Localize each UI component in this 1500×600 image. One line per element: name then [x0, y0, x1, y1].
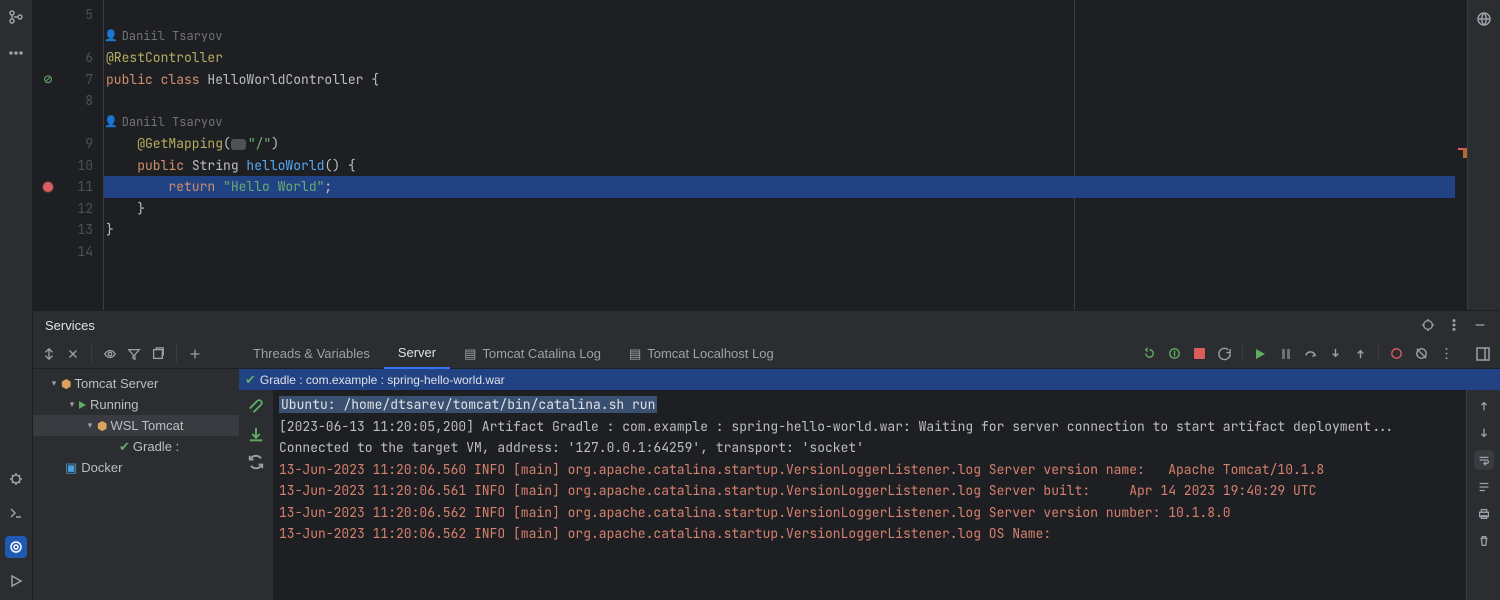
- tab-threads[interactable]: Threads & Variables: [239, 339, 384, 369]
- expand-all-icon[interactable]: [41, 346, 57, 362]
- attach-icon[interactable]: [246, 396, 266, 416]
- vcs-icon[interactable]: [5, 6, 27, 28]
- minimize-icon[interactable]: [1472, 317, 1488, 333]
- run-controls: [1142, 345, 1466, 363]
- scroll-down-icon[interactable]: [1474, 423, 1494, 443]
- terminal-tool-icon[interactable]: [5, 502, 27, 524]
- deploy-icon[interactable]: [246, 424, 266, 444]
- run-tool-icon[interactable]: [5, 570, 27, 592]
- reload-icon[interactable]: [1217, 346, 1232, 361]
- services-tree[interactable]: ▾⬢ Tomcat Server ▾ Running ▾⬢ WSL Tomcat…: [33, 369, 239, 478]
- editor-scrollbar[interactable]: [1455, 0, 1467, 310]
- tree-label: Gradle :: [133, 439, 179, 454]
- tab-localhost-log[interactable]: ▤Tomcat Localhost Log: [615, 339, 788, 369]
- step-into-icon[interactable]: [1328, 346, 1343, 361]
- stop-button[interactable]: [1192, 346, 1207, 361]
- tree-node-docker[interactable]: ▣ Docker: [33, 457, 239, 478]
- log-icon: ▤: [629, 346, 641, 362]
- artifact-label: Gradle : com.example : spring-hello-worl…: [260, 373, 505, 387]
- show-icon[interactable]: [102, 346, 118, 362]
- layout-icon[interactable]: [1466, 346, 1500, 362]
- code-content[interactable]: 👤Daniil Tsaryov@RestControllerpublic cla…: [103, 0, 1455, 310]
- open-new-icon[interactable]: [150, 346, 166, 362]
- mute-breakpoints-icon[interactable]: [1414, 346, 1429, 361]
- add-icon[interactable]: [187, 346, 203, 362]
- tree-node-running[interactable]: ▾ Running: [33, 394, 239, 415]
- log-icon: ▤: [464, 346, 476, 362]
- console-output[interactable]: Ubuntu: /home/dtsarev/tomcat/bin/catalin…: [273, 390, 1466, 600]
- soft-wrap-icon[interactable]: [1474, 450, 1494, 470]
- services-panel: Services: [33, 310, 1500, 600]
- services-center: Threads & Variables Server ▤Tomcat Catal…: [239, 339, 1500, 600]
- globe-icon[interactable]: [1473, 8, 1495, 30]
- services-tool-icon[interactable]: [5, 536, 27, 558]
- target-icon[interactable]: [1420, 317, 1436, 333]
- view-breakpoints-icon[interactable]: [1389, 346, 1404, 361]
- editor-right-toolbar: [1467, 0, 1500, 310]
- tab-catalina-log[interactable]: ▤Tomcat Catalina Log: [450, 339, 615, 369]
- tree-toolbar: [33, 339, 239, 369]
- code-editor[interactable]: ⊘ 567891011121314 👤Daniil Tsaryov@RestCo…: [33, 0, 1500, 310]
- tree-node-wsl-tomcat[interactable]: ▾⬢ WSL Tomcat: [33, 415, 239, 436]
- tree-label: WSL Tomcat: [110, 418, 183, 433]
- main-column: ⊘ 567891011121314 👤Daniil Tsaryov@RestCo…: [33, 0, 1500, 600]
- services-header: Services: [33, 311, 1500, 339]
- step-out-icon[interactable]: [1353, 346, 1368, 361]
- warning-stripe-mark: [1463, 148, 1467, 158]
- trash-icon[interactable]: [1474, 531, 1494, 551]
- close-tab-icon[interactable]: [65, 346, 81, 362]
- log-side-toolbar: [239, 390, 273, 600]
- more-icon[interactable]: [5, 42, 27, 64]
- rerun-icon[interactable]: [1142, 346, 1157, 361]
- debug-restart-icon[interactable]: [1167, 346, 1182, 361]
- tab-server[interactable]: Server: [384, 339, 450, 369]
- tree-node-gradle[interactable]: ✔ Gradle :: [33, 436, 239, 457]
- services-tabs: Threads & Variables Server ▤Tomcat Catal…: [239, 339, 1500, 369]
- sync-icon[interactable]: [246, 452, 266, 472]
- step-over-icon[interactable]: [1303, 346, 1318, 361]
- tree-label: Docker: [81, 460, 122, 475]
- filter-icon[interactable]: [126, 346, 142, 362]
- scroll-to-end-icon[interactable]: [1474, 477, 1494, 497]
- tree-label: Tomcat Server: [74, 376, 158, 391]
- check-icon: ✔: [245, 372, 256, 388]
- tree-label: Running: [90, 397, 138, 412]
- pause-button[interactable]: [1278, 346, 1293, 361]
- gutter-marks[interactable]: ⊘: [33, 0, 63, 310]
- artifact-row[interactable]: ✔ Gradle : com.example : spring-hello-wo…: [239, 369, 1500, 390]
- more-run-icon[interactable]: [1439, 346, 1454, 361]
- tree-node-tomcat[interactable]: ▾⬢ Tomcat Server: [33, 373, 239, 394]
- debug-tool-icon[interactable]: [5, 468, 27, 490]
- services-tree-panel: ▾⬢ Tomcat Server ▾ Running ▾⬢ WSL Tomcat…: [33, 339, 239, 600]
- services-title: Services: [45, 318, 95, 333]
- print-icon[interactable]: [1474, 504, 1494, 524]
- options-icon[interactable]: [1446, 317, 1462, 333]
- console-right-toolbar: [1466, 390, 1500, 600]
- line-numbers: 567891011121314: [63, 0, 103, 310]
- scroll-up-icon[interactable]: [1474, 396, 1494, 416]
- resume-button[interactable]: [1253, 346, 1268, 361]
- left-tool-strip: [0, 0, 33, 600]
